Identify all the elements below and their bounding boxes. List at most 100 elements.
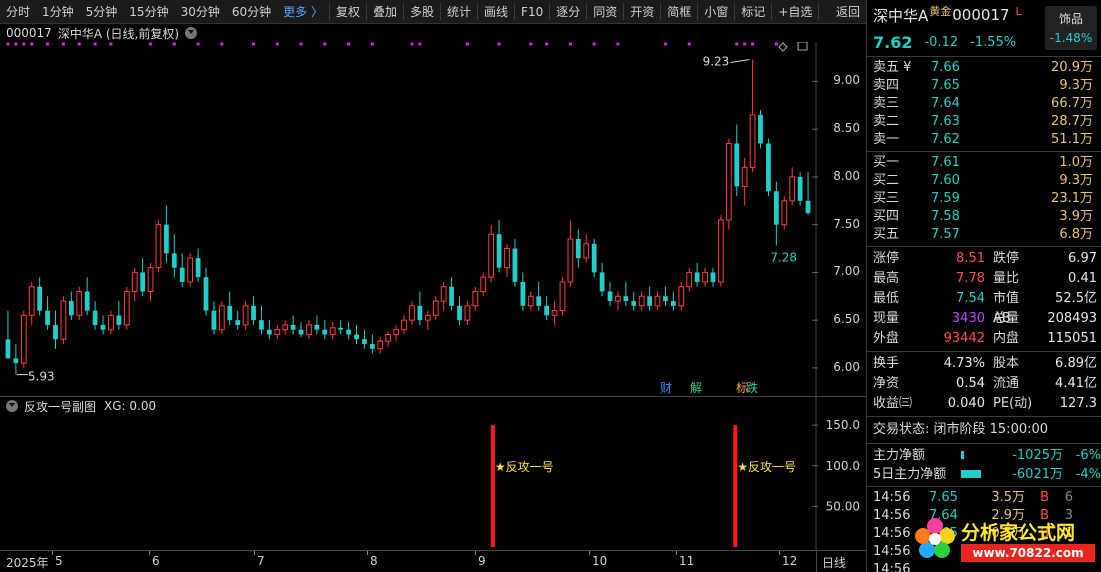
period-high-label: 9.23	[703, 54, 730, 68]
stats-block-2: 换手 4.73% 股本 6.89亿 净资 0.54 流通 4.41亿 收益㈢ 0.040 PE(动)…	[867, 354, 1101, 414]
stat-key: 现量	[873, 311, 900, 326]
stat-value: 127.3	[1059, 396, 1097, 411]
toolbar-item-1[interactable]: 1分钟	[36, 0, 80, 23]
stat-key: 外盘	[873, 331, 900, 346]
period-label[interactable]: 日线	[822, 554, 846, 571]
toolbar-item-2[interactable]: 5分钟	[80, 0, 124, 23]
tick-volume: 3.5万	[991, 490, 1025, 505]
period-toolbar: 分时 1分钟 5分钟 15分钟 30分钟 60分钟 更多 〉复权 叠加 多股 统计 画线 F10 逐分同…	[0, 0, 866, 24]
chart-title: 深中华A (日线,前复权)	[57, 26, 180, 41]
buy-level-price: 7.61	[931, 155, 960, 170]
indicator-subchart[interactable]: 150.0 100.0 50.00 ★反攻一号 ★反攻一号	[0, 397, 866, 550]
candle	[242, 301, 249, 330]
candle	[164, 205, 169, 263]
candle	[147, 262, 154, 302]
signal-marker-dot	[743, 42, 747, 46]
signal-marker-dot	[592, 42, 596, 46]
sell-level-price: 7.64	[931, 96, 960, 111]
toolbar-item-19[interactable]: +自选	[772, 0, 818, 23]
subchart-options-icon[interactable]	[6, 400, 18, 412]
stat-key: 最高	[873, 271, 900, 286]
signal-marker-dot	[196, 42, 200, 46]
sub-tick-label: 100.0	[826, 459, 860, 473]
signal-marker-dot	[275, 42, 279, 46]
stat-key: 股本	[993, 356, 1020, 371]
stat-key: 流通	[993, 376, 1020, 391]
maximize-icon[interactable]	[797, 42, 808, 51]
candle	[615, 291, 621, 311]
signal-bar	[490, 425, 495, 547]
stat-key: PE(动)	[993, 396, 1033, 411]
quote-panel: 深中华A 黄金 000017 L 饰品 -1.48% 7.62 -0.12 -1…	[866, 0, 1101, 572]
candle	[472, 286, 479, 311]
price-change: -0.12	[924, 34, 959, 50]
candle	[274, 324, 281, 340]
toolbar-item-0[interactable]: 分时	[0, 0, 36, 23]
sector-box[interactable]: 饰品 -1.48%	[1045, 6, 1097, 50]
signal-marker-dot	[347, 42, 351, 46]
toolbar-item-6[interactable]: 更多 〉	[277, 0, 329, 23]
signal-label: ★反攻一号	[737, 460, 796, 474]
watermark-title: 分析家公式网	[961, 522, 1076, 544]
chart-options-icon[interactable]	[185, 27, 198, 39]
buy-level-price: 7.60	[931, 173, 960, 188]
sell-level-3: 卖三 7.64 66.7万	[867, 95, 1101, 113]
buy-level-volume: 3.9万	[1059, 209, 1093, 224]
stat-value: 0.41	[1068, 271, 1097, 286]
period-low-label: 5.93	[28, 370, 55, 384]
candle	[766, 138, 771, 197]
price-chart[interactable]: 9.235.937.28财解标跌	[0, 42, 866, 397]
event-die-icon[interactable]: 跌	[746, 380, 758, 395]
buy-level-label: 买一	[873, 155, 900, 170]
candle	[84, 277, 90, 316]
candle	[591, 238, 597, 278]
toolbar-item-3[interactable]: 15分钟	[123, 0, 174, 23]
candle	[298, 322, 304, 338]
event-jie-icon[interactable]: 解	[690, 381, 702, 395]
toolbar-item-11[interactable]: 画线	[478, 0, 514, 23]
stock-code: 000017	[6, 26, 52, 40]
candle	[123, 286, 130, 330]
toolbar-item-9[interactable]: 多股	[404, 0, 440, 23]
candle	[725, 138, 732, 230]
stat-value: 7.54	[956, 291, 985, 306]
time-axis-label: 10	[592, 554, 608, 568]
toolbar-item-13[interactable]: 逐分	[550, 0, 586, 23]
toolbar-item-12[interactable]: F10	[515, 0, 549, 23]
sell-level-4: 卖四 7.65 9.3万	[867, 77, 1101, 95]
candle	[496, 219, 502, 273]
toolbar-item-14[interactable]: 同资	[587, 0, 623, 23]
candle	[155, 219, 162, 273]
toolbar-item-16[interactable]: 简框	[661, 0, 697, 23]
candle	[734, 124, 740, 197]
stat-row: 最高 7.78 量比 0.41	[867, 269, 1101, 289]
tick-price: 7.65	[929, 490, 958, 505]
buy-level-label: 买三	[873, 191, 900, 206]
toolbar-item-18[interactable]: 标记	[735, 0, 771, 23]
buy-level-volume: 6.8万	[1059, 227, 1093, 242]
event-cai-icon[interactable]: 财	[660, 381, 672, 395]
sell-level-5: 卖五 ¥ 7.66 20.9万	[867, 59, 1101, 77]
toolbar-item-7[interactable]: 复权	[330, 0, 366, 23]
signal-marker-dot	[529, 42, 533, 46]
toolbar-item-15[interactable]: 开资	[624, 0, 660, 23]
toolbar-item-20[interactable]: 返回	[830, 0, 866, 23]
time-axis: 2025年 5 6 7 8 9 10 11 12 日线	[0, 550, 866, 572]
candle	[789, 167, 796, 206]
toolbar-item-4[interactable]: 30分钟	[175, 0, 226, 23]
capital-flow-label: 主力净额	[873, 448, 926, 463]
candle	[424, 310, 431, 330]
toolbar-item-5[interactable]: 60分钟	[226, 0, 277, 23]
stat-key: 换手	[873, 356, 900, 371]
toolbar-item-8[interactable]: 叠加	[367, 0, 403, 23]
diamond-icon[interactable]	[778, 42, 788, 52]
stat-row: 换手 4.73% 股本 6.89亿	[867, 354, 1101, 374]
toolbar-item-17[interactable]: 小窗	[698, 0, 734, 23]
subchart-header: 反攻一号副图 XG: 0.00	[0, 397, 156, 415]
signal-marker-dot	[687, 42, 691, 46]
candle	[5, 310, 11, 359]
toolbar-item-10[interactable]: 统计	[441, 0, 477, 23]
stat-value: 6.89亿	[1055, 356, 1097, 371]
signal-marker-dot	[93, 42, 97, 46]
candle	[702, 267, 708, 287]
